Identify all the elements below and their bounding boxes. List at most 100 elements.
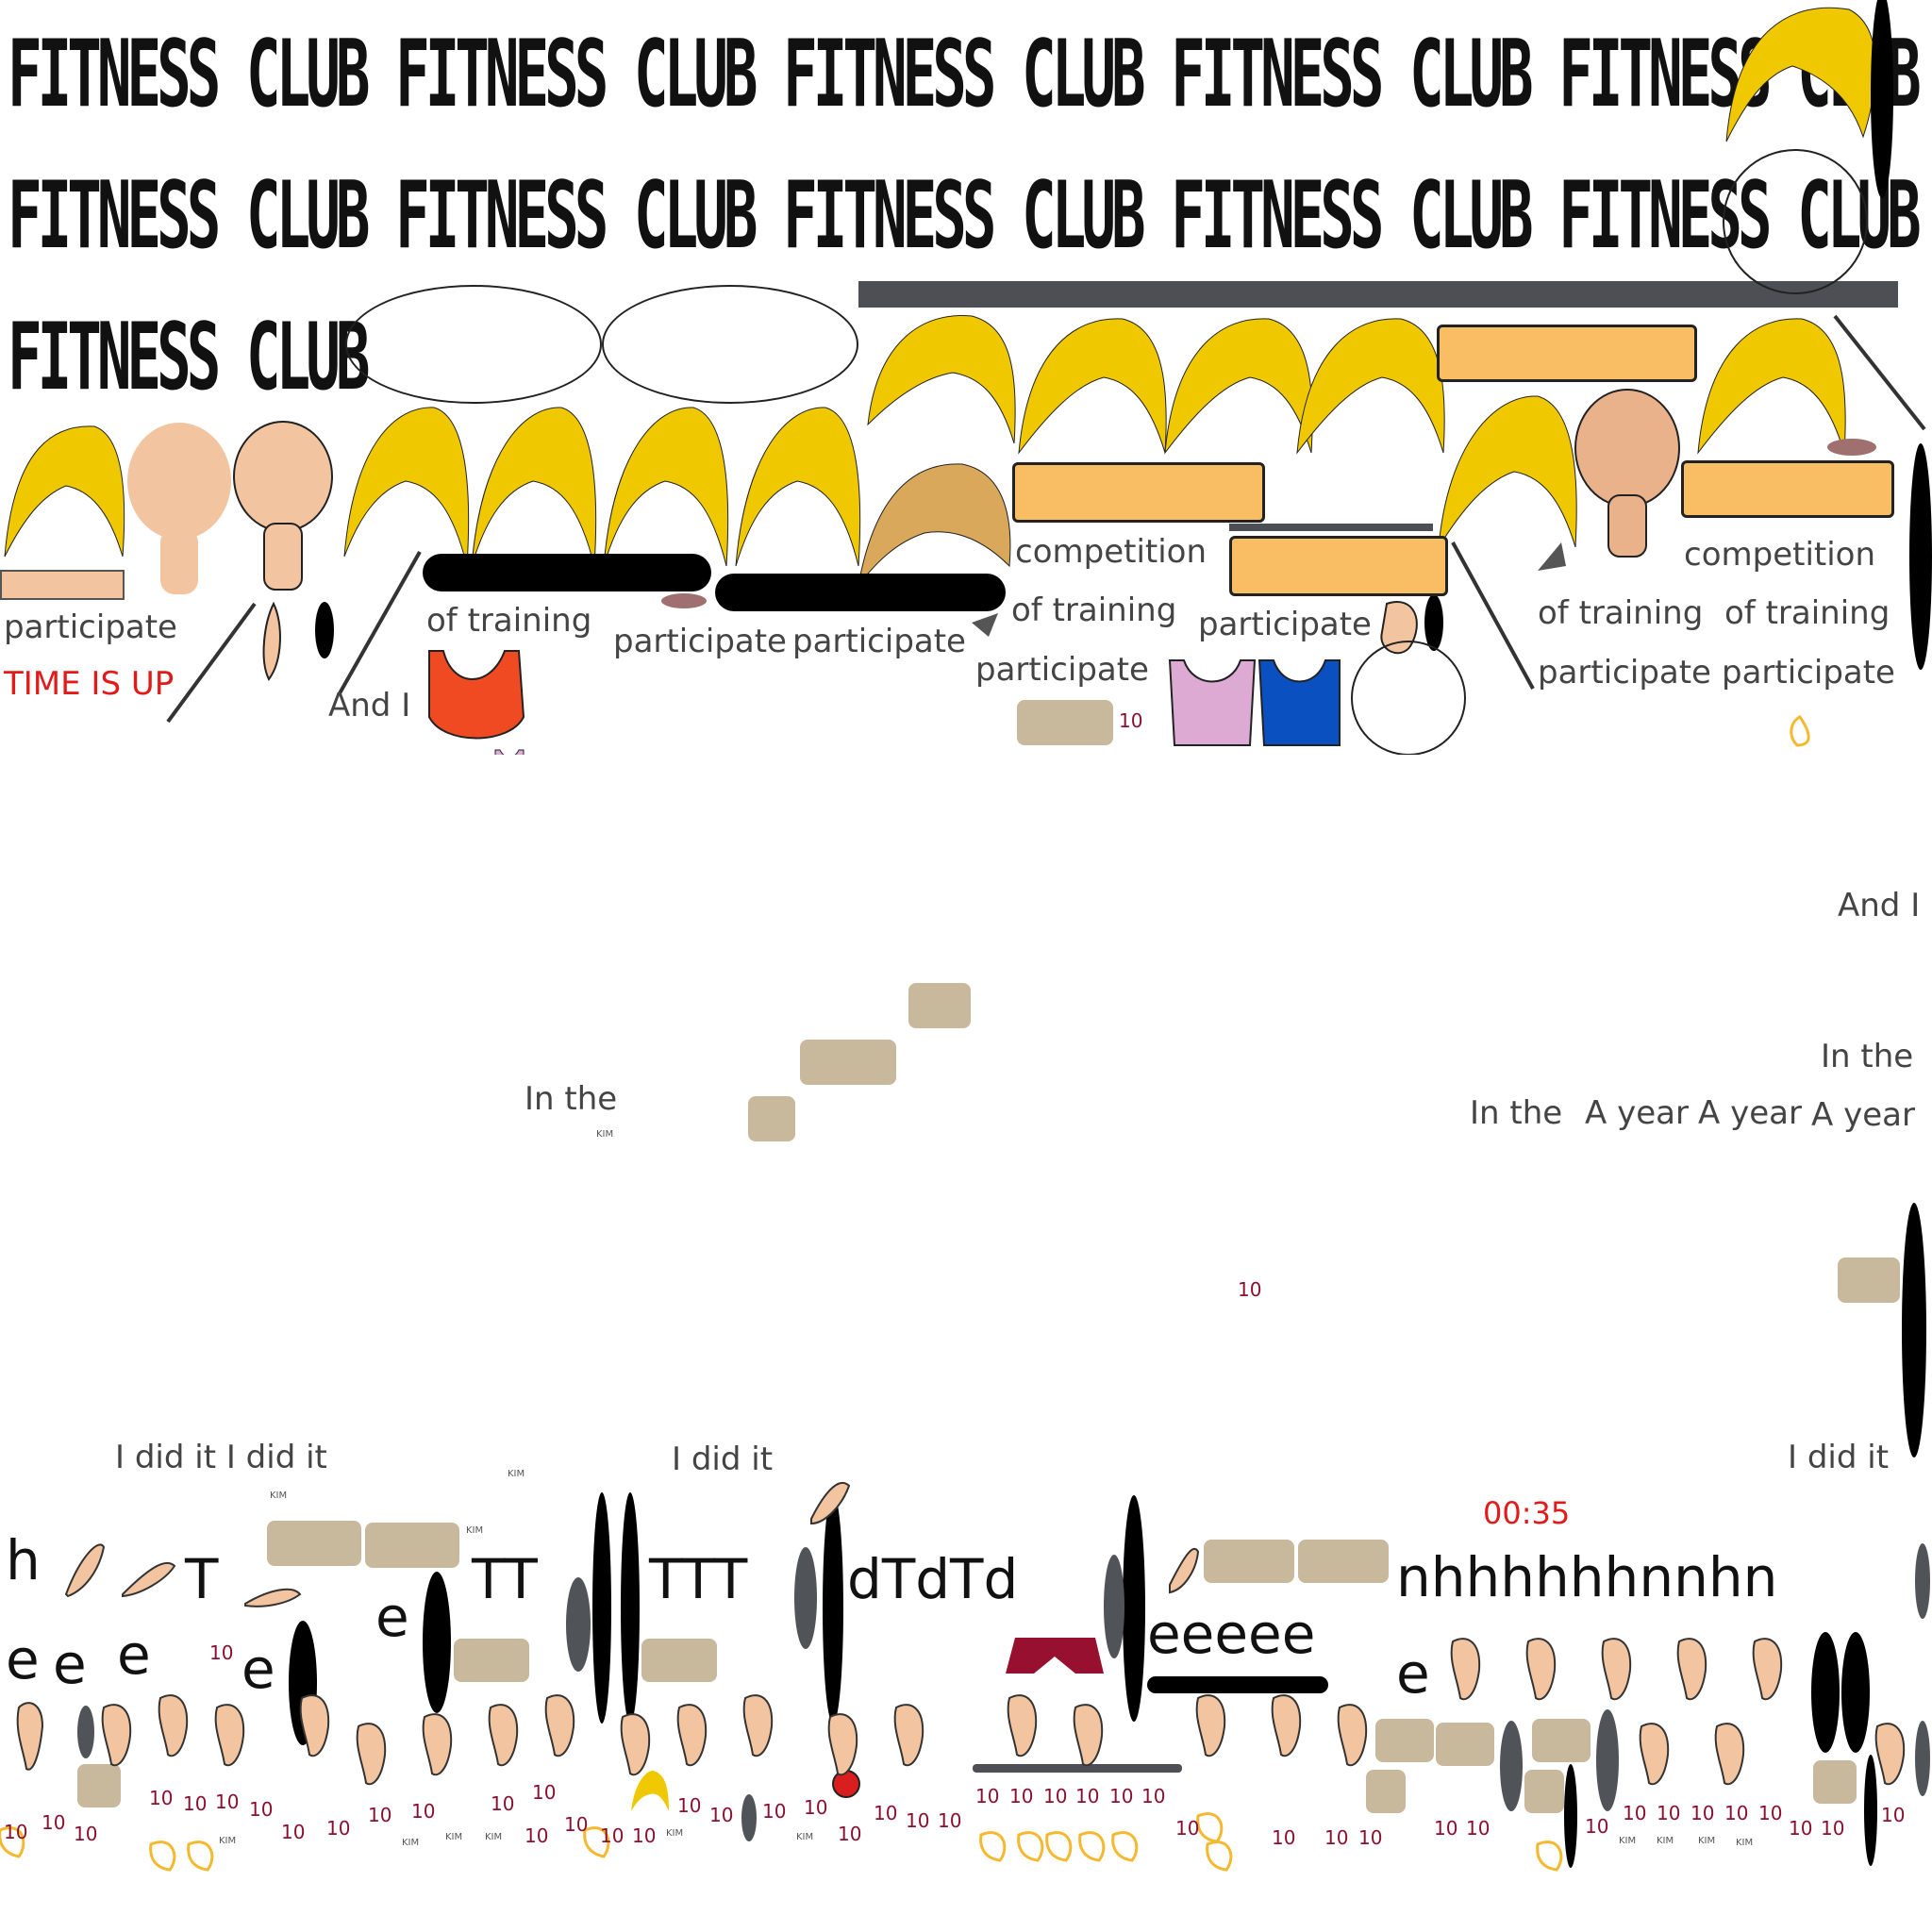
score-number: 10 <box>249 1798 274 1821</box>
hair-icon <box>1438 395 1577 548</box>
neck-icon <box>1607 494 1647 558</box>
kim-tag: KIM <box>485 1832 503 1842</box>
arm-icon <box>262 601 281 681</box>
score-number: 10 <box>762 1800 787 1823</box>
cheese-icon <box>187 1840 214 1872</box>
score-number: 10 <box>326 1817 351 1840</box>
label-a-year: A year <box>1811 1096 1915 1134</box>
cheese-icon <box>1536 1840 1563 1872</box>
label-a-year: A year <box>1585 1094 1689 1132</box>
arm-icon <box>1169 1548 1200 1594</box>
score-number: 10 <box>709 1804 734 1826</box>
score-number: 10 <box>632 1824 657 1847</box>
hair-icon <box>603 407 729 567</box>
leg-icon <box>827 1713 858 1776</box>
score-number: 10 <box>938 1809 962 1832</box>
cheese-icon <box>1078 1831 1106 1862</box>
score-number: 10 <box>411 1800 436 1823</box>
stick-line <box>338 551 422 694</box>
orange-bar <box>1012 462 1265 523</box>
head-icon <box>127 423 231 540</box>
score-number: 10 <box>1009 1785 1034 1807</box>
leg-icon <box>893 1704 924 1767</box>
black-oval-icon <box>1871 0 1893 198</box>
arm-icon <box>64 1543 106 1598</box>
dark-line <box>1229 524 1433 531</box>
leg-icon <box>1676 1638 1707 1701</box>
kim-tag: KIM <box>445 1832 463 1842</box>
score-number: 10 <box>1623 1802 1647 1824</box>
hair-icon <box>1725 7 1876 142</box>
stick-line <box>1833 314 1926 431</box>
score-number: 10 <box>74 1823 98 1845</box>
empty-circle-icon <box>1351 641 1466 755</box>
head-icon <box>1574 389 1680 508</box>
shirt-pink-icon <box>1168 659 1257 746</box>
leg-icon <box>422 1713 453 1776</box>
hair-icon <box>1164 318 1313 455</box>
score-number: 10 <box>1358 1826 1383 1849</box>
limbs-layer <box>0 1481 1906 1872</box>
score-number: 10 <box>906 1809 930 1832</box>
score-number: 10 <box>1466 1817 1491 1840</box>
hair-icon <box>1296 318 1445 455</box>
skin-bar <box>0 570 125 600</box>
label-in-the: In the <box>1821 1038 1914 1075</box>
leg-icon <box>299 1694 330 1757</box>
score-number: 10 <box>1075 1785 1100 1807</box>
shirt-pink-small-icon <box>494 749 525 755</box>
cheese-icon <box>1206 1840 1233 1872</box>
label-participate: participate <box>1538 654 1711 691</box>
score-number: 10 <box>804 1796 828 1819</box>
cheese-icon <box>1196 1812 1224 1843</box>
orange-bar <box>1229 536 1448 596</box>
label-of-training: of training <box>426 602 592 640</box>
score-number: 10 <box>1690 1802 1715 1824</box>
label-in-the: In the <box>1470 1094 1563 1132</box>
leg-icon <box>1874 1723 1906 1786</box>
score-number: 10 <box>525 1824 549 1847</box>
plate <box>748 1096 795 1141</box>
kim-tag: KIM <box>666 1828 684 1839</box>
cheese-icon <box>1111 1831 1139 1862</box>
stick-line <box>1451 541 1535 690</box>
arm-icon <box>810 1481 851 1525</box>
hair-icon <box>867 314 1016 444</box>
orange-bar <box>1437 325 1697 382</box>
label-of-training: of training <box>1011 591 1177 629</box>
leg-icon <box>214 1704 245 1767</box>
leg-icon <box>620 1713 651 1776</box>
leg-icon <box>1639 1723 1670 1786</box>
score-number: 10 <box>1272 1826 1296 1849</box>
triangle-icon <box>1538 542 1566 571</box>
score-number: 10 <box>215 1790 240 1813</box>
head-icon <box>233 421 333 532</box>
score-number: 10 <box>1324 1826 1349 1849</box>
cheese-icon <box>1017 1831 1044 1862</box>
time-up-label: TIME IS UP <box>4 665 175 703</box>
neck-icon <box>263 523 303 591</box>
neck-icon <box>160 528 198 594</box>
shirt-red-icon <box>428 650 525 740</box>
plate <box>1838 1257 1900 1303</box>
leg-icon <box>742 1694 774 1757</box>
label-participate: participate <box>4 608 177 646</box>
label-competition: competition <box>1015 533 1208 571</box>
score-number: 10 <box>1724 1802 1749 1824</box>
plate <box>800 1040 896 1085</box>
stick-line <box>166 602 257 724</box>
kim-tag: KIM <box>796 1832 814 1842</box>
kim-tag: KIM <box>402 1838 420 1848</box>
score-number: 10 <box>874 1802 898 1824</box>
hair-icon <box>343 407 470 567</box>
kim-tag: KIM <box>1619 1836 1637 1846</box>
score-number: 10 <box>975 1785 1000 1807</box>
score-number: 10 <box>1585 1815 1609 1838</box>
leg-icon <box>1752 1638 1783 1701</box>
score-number: 10 <box>1789 1817 1813 1840</box>
leg-icon <box>1337 1704 1368 1767</box>
label-participate: participate <box>792 623 966 660</box>
black-bar <box>423 554 711 591</box>
score-number: 10 <box>600 1824 625 1847</box>
leg-icon <box>1525 1638 1557 1701</box>
